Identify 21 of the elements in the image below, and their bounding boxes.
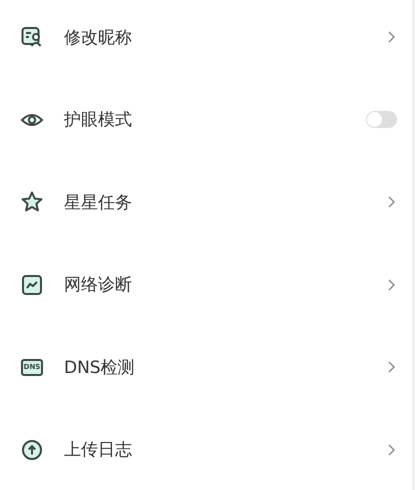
chevron-icon <box>386 278 396 292</box>
setting-label: DNS检测 <box>64 356 136 379</box>
chevron-icon <box>386 195 396 210</box>
settings-row[interactable]: 护眼模式 <box>0 78 412 161</box>
setting-label: 上传日志 <box>64 439 133 462</box>
chevron-icon <box>386 442 396 457</box>
chevron-icon <box>386 360 396 374</box>
toggle-switch[interactable] <box>366 111 397 128</box>
setting-label: 网络诊断 <box>64 274 133 296</box>
chevron-icon <box>386 30 396 44</box>
settings-row[interactable]: 网络诊断 <box>0 244 412 326</box>
profile-card-icon <box>20 25 44 50</box>
upload-icon <box>20 438 44 462</box>
settings-row[interactable]: 上传日志 <box>0 408 412 490</box>
setting-label: 星星任务 <box>64 192 133 214</box>
settings-row[interactable]: 修改昵称 <box>0 0 412 78</box>
chart-icon <box>20 272 44 297</box>
setting-label: 护眼模式 <box>64 109 133 132</box>
star-icon <box>20 190 44 214</box>
settings-row[interactable]: 星星任务 <box>0 161 412 244</box>
setting-label: 修改昵称 <box>64 26 133 49</box>
